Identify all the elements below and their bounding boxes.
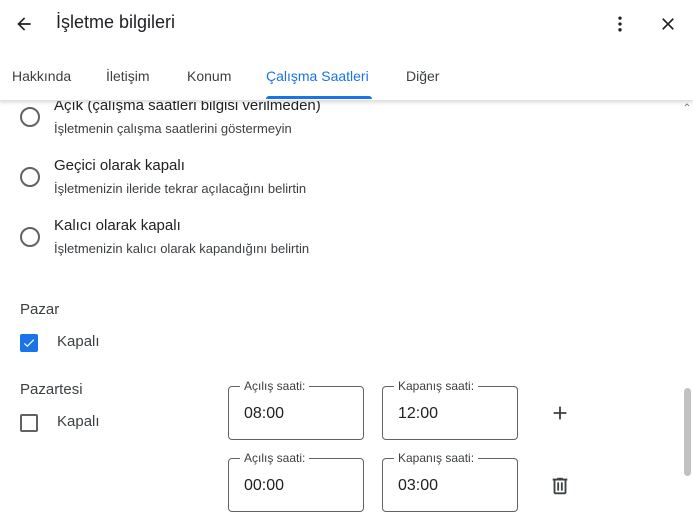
tab-location[interactable]: Konum (187, 68, 231, 84)
field-label: Kapanış saati: (394, 451, 479, 465)
radio-button[interactable] (20, 227, 40, 247)
status-option-temporarily-closed[interactable]: Geçici olarak kapalı İşletmenizin ilerid… (20, 157, 660, 211)
monday-close-time-field-1[interactable]: Kapanış saati: 12:00 (382, 379, 518, 440)
scrollbar-thumb[interactable] (684, 388, 691, 476)
field-value: 08:00 (244, 405, 285, 422)
tab-bar: Hakkında İletişim Konum Çalışma Saatleri… (0, 56, 693, 101)
more-vert-icon (618, 16, 622, 32)
hours-content: Açık (çalışma saatleri bilgisi verilmede… (0, 101, 680, 521)
arrow-left-icon (17, 17, 31, 31)
scroll-up-button[interactable] (681, 99, 693, 111)
field-label: Açılış saati: (240, 451, 310, 465)
option-description: İşletmenizin ileride tekrar açılacağını … (54, 181, 307, 196)
sunday-closed-label: Kapalı (57, 333, 100, 350)
trash-icon (552, 477, 568, 495)
status-option-permanently-closed[interactable]: Kalıcı olarak kapalı İşletmenizin kalıcı… (20, 217, 660, 271)
close-button[interactable] (652, 8, 684, 40)
monday-open-time-field-1[interactable]: Açılış saati: 08:00 (228, 379, 364, 440)
delete-hours-button[interactable] (546, 472, 574, 500)
dialog-header: İşletme bilgileri (0, 0, 693, 48)
field-value: 03:00 (398, 477, 439, 494)
tab-contact[interactable]: İletişim (106, 68, 150, 84)
status-option-open-no-hours[interactable]: Açık (çalışma saatleri bilgisi verilmede… (20, 101, 660, 151)
monday-open-time-field-2[interactable]: Açılış saati: 00:00 (228, 451, 364, 512)
radio-button[interactable] (20, 167, 40, 187)
tab-working-hours[interactable]: Çalışma Saatleri (266, 68, 369, 84)
field-value: 00:00 (244, 477, 285, 494)
option-description: İşletmenin çalışma saatlerini göstermeyi… (54, 121, 292, 136)
radio-button[interactable] (20, 107, 40, 127)
tab-about[interactable]: Hakkında (12, 68, 71, 84)
monday-closed-checkbox[interactable] (20, 414, 38, 432)
option-title: Geçici olarak kapalı (54, 157, 185, 174)
field-label: Kapanış saati: (394, 379, 479, 393)
dialog-title: İşletme bilgileri (56, 12, 176, 32)
active-tab-indicator (266, 96, 372, 99)
monday-close-time-field-2[interactable]: Kapanış saati: 03:00 (382, 451, 518, 512)
field-label: Açılış saati: (240, 379, 310, 393)
day-label-sunday: Pazar (20, 301, 60, 318)
option-title: Açık (çalışma saatleri bilgisi verilmede… (54, 101, 321, 114)
chevron-up-icon (684, 103, 690, 107)
check-icon (23, 339, 35, 348)
close-icon (662, 18, 674, 30)
tab-other[interactable]: Diğer (406, 68, 439, 84)
option-description: İşletmenizin kalıcı olarak kapandığını b… (54, 241, 310, 256)
monday-closed-label: Kapalı (57, 413, 100, 430)
plus-icon (553, 406, 567, 420)
field-value: 12:00 (398, 405, 439, 422)
add-hours-button[interactable] (546, 399, 574, 427)
more-options-button[interactable] (604, 8, 636, 40)
option-title: Kalıcı olarak kapalı (54, 217, 181, 234)
day-label-monday: Pazartesi (20, 381, 83, 398)
sunday-closed-checkbox[interactable] (20, 334, 38, 352)
back-button[interactable] (8, 8, 40, 40)
